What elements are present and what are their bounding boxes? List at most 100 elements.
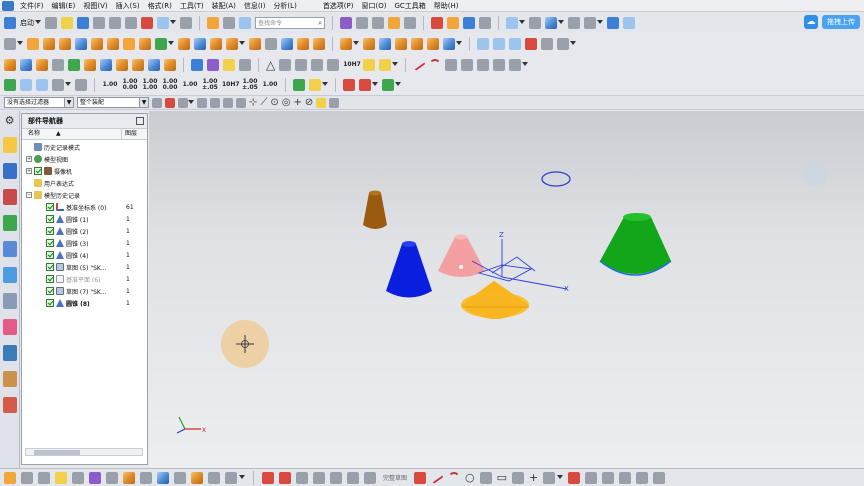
sketch-rectangle-icon[interactable]: ▭ xyxy=(497,471,507,484)
history-tab-icon[interactable] xyxy=(2,293,17,309)
shaded-icon[interactable] xyxy=(123,471,135,484)
undo-dropdown-icon[interactable] xyxy=(170,20,176,26)
extension-icon[interactable] xyxy=(116,59,128,71)
tree-node-cone-4[interactable]: 圆锥 (4) 1 xyxy=(22,249,147,261)
cone-blue[interactable] xyxy=(386,241,432,298)
visibility-checkbox[interactable] xyxy=(46,287,54,295)
alternate-solution-icon[interactable] xyxy=(347,471,359,484)
polygon-icon[interactable] xyxy=(477,59,490,71)
angular-dimension-icon[interactable] xyxy=(52,79,64,91)
rectangle-icon[interactable] xyxy=(461,59,474,71)
layer-column-header[interactable]: 图层 xyxy=(122,129,147,139)
constraint-navigator-tab-icon[interactable] xyxy=(2,189,17,205)
dim-format-7[interactable]: 10H7 xyxy=(222,82,240,88)
drafting-icon[interactable] xyxy=(311,59,324,71)
intersect-icon[interactable] xyxy=(194,38,206,50)
face-analysis-icon[interactable] xyxy=(208,471,220,484)
graphics-window[interactable]: Z X X xyxy=(149,111,864,468)
note-icon[interactable] xyxy=(295,59,308,71)
lock-icon[interactable] xyxy=(316,97,327,108)
window-icon[interactable] xyxy=(239,17,251,29)
redo-icon[interactable] xyxy=(180,17,192,29)
visual-style-icon[interactable] xyxy=(623,17,635,29)
show-constraints-icon[interactable] xyxy=(296,471,308,484)
through-mesh-icon[interactable] xyxy=(20,59,32,71)
cylinder-icon[interactable] xyxy=(75,38,87,50)
partial-shaded-icon[interactable] xyxy=(191,471,203,484)
visibility-checkbox[interactable] xyxy=(34,167,42,175)
tree-node-cone-3[interactable]: 圆锥 (3) 1 xyxy=(22,237,147,249)
sketch-point-icon[interactable]: + xyxy=(529,471,538,484)
quadrant-icon[interactable]: ◎ xyxy=(282,97,291,109)
geometric-constraint-icon[interactable] xyxy=(279,471,291,484)
join-curve-icon[interactable] xyxy=(557,38,569,50)
start-icon[interactable] xyxy=(4,17,16,29)
undo-icon[interactable] xyxy=(157,17,169,29)
finish-sketch-icon[interactable] xyxy=(364,471,376,484)
rib-icon[interactable] xyxy=(207,59,219,71)
weld-icon[interactable] xyxy=(363,59,376,71)
studio-icon[interactable] xyxy=(225,471,237,484)
full-sketch-label[interactable]: 完整草图 xyxy=(381,473,409,482)
menu-preferences[interactable]: 首选项(P) xyxy=(319,0,358,12)
select-all-icon[interactable] xyxy=(165,97,175,108)
pan-icon[interactable] xyxy=(106,471,118,484)
make-corner-icon[interactable] xyxy=(602,471,615,484)
curve-icon[interactable] xyxy=(477,38,489,50)
pattern-icon[interactable] xyxy=(313,38,325,50)
command-search-input[interactable]: 查找命令 ⌕ xyxy=(255,17,325,29)
menu-tools[interactable]: 工具(T) xyxy=(176,0,208,12)
measure-icon[interactable] xyxy=(279,59,292,71)
menu-help[interactable]: 帮助(H) xyxy=(430,0,463,12)
polygon-sketch-icon[interactable] xyxy=(512,471,525,484)
unite-icon[interactable] xyxy=(155,38,167,50)
relations-browser-icon[interactable] xyxy=(330,471,342,484)
orient-view-icon[interactable] xyxy=(529,17,541,29)
shell-icon[interactable] xyxy=(210,38,222,50)
groove-icon[interactable] xyxy=(223,59,235,71)
fit-view-icon[interactable] xyxy=(506,17,518,29)
palette-tab-icon[interactable] xyxy=(2,397,17,413)
reuse-library-tab-icon[interactable] xyxy=(2,215,17,231)
assembly-navigator-icon[interactable] xyxy=(356,17,368,29)
profile-icon[interactable] xyxy=(414,471,427,484)
sphere-icon[interactable] xyxy=(107,38,119,50)
tree-node-sketch-7[interactable]: 草图 (7) "SK... 1 xyxy=(22,285,147,297)
dim-format-5[interactable]: 1.00 xyxy=(182,82,198,88)
layer-icon[interactable] xyxy=(463,17,475,29)
dim-format-9[interactable]: 1.00 xyxy=(262,82,278,88)
revolve-icon[interactable] xyxy=(43,38,55,50)
check-icon[interactable] xyxy=(293,79,305,91)
fillet-curve-icon[interactable] xyxy=(445,59,458,71)
name-column-header[interactable]: 名称 ▲ xyxy=(22,129,122,139)
sketch-circle-icon[interactable]: ○ xyxy=(465,471,475,484)
cone-icon[interactable] xyxy=(91,38,103,50)
offset-sketch-icon[interactable] xyxy=(543,471,556,484)
fit-icon[interactable] xyxy=(55,471,67,484)
studio-surface-icon[interactable] xyxy=(52,59,64,71)
dim-format-4[interactable]: 1.00 0.00 xyxy=(162,79,178,91)
subtract-icon[interactable] xyxy=(178,38,190,50)
inferred-constraints-icon[interactable] xyxy=(313,471,325,484)
sketch-arc-icon[interactable] xyxy=(448,471,461,484)
repeat-command-icon[interactable] xyxy=(207,17,219,29)
ellipse-icon[interactable] xyxy=(493,59,506,71)
sketch-line-icon[interactable] xyxy=(430,471,444,484)
hole-icon[interactable] xyxy=(123,38,135,50)
block-icon[interactable] xyxy=(59,38,71,50)
menu-format[interactable]: 格式(R) xyxy=(144,0,176,12)
wcs-icon[interactable] xyxy=(479,17,491,29)
tree-node-model-history[interactable]: − 模型历史记录 xyxy=(22,189,147,201)
visibility-checkbox[interactable] xyxy=(46,251,54,259)
tree-node-datum-csys[interactable]: 基准坐标系 (0) 61 xyxy=(22,201,147,213)
static-wireframe-icon[interactable] xyxy=(157,471,169,484)
trim-curve-icon[interactable] xyxy=(541,38,553,50)
show-hide-icon[interactable] xyxy=(447,17,459,29)
tree-node-cone-2[interactable]: 圆锥 (2) 1 xyxy=(22,225,147,237)
thread-icon[interactable] xyxy=(239,59,251,71)
cut-icon[interactable] xyxy=(93,17,105,29)
dim-format-8[interactable]: 1.00 ±.05 xyxy=(242,79,258,91)
edge-blend-icon[interactable] xyxy=(226,38,238,50)
tree-node-sketch-5[interactable]: 草图 (5) "SK... 1 xyxy=(22,261,147,273)
start-button[interactable]: 启动 xyxy=(20,17,34,29)
